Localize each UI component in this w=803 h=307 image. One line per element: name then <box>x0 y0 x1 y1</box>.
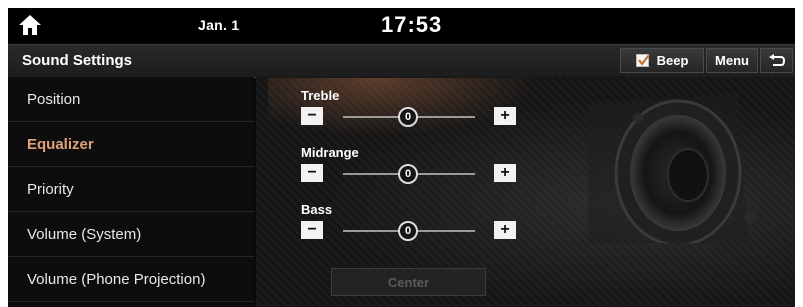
speaker-graphic <box>588 93 756 243</box>
back-button[interactable] <box>760 48 793 73</box>
treble-plus-button[interactable]: + <box>494 107 516 125</box>
bass-minus-button[interactable]: − <box>301 221 323 239</box>
bass-label: Bass <box>301 202 333 217</box>
back-arrow-icon <box>768 53 785 66</box>
midrange-plus-button[interactable]: + <box>494 164 516 182</box>
treble-slider-knob[interactable]: 0 <box>398 107 418 127</box>
sidebar-item-equalizer[interactable]: Equalizer <box>8 122 254 167</box>
bass-slider-knob[interactable]: 0 <box>398 221 418 241</box>
beep-toggle-button[interactable]: Beep <box>620 48 704 73</box>
center-button[interactable]: Center <box>331 268 486 296</box>
head-unit-screen: Jan. 1 17:53 Sound Settings Beep Menu Po… <box>8 8 795 307</box>
midrange-slider-knob[interactable]: 0 <box>398 164 418 184</box>
menu-button[interactable]: Menu <box>706 48 758 73</box>
sound-settings-menu: Position Equalizer Priority Volume (Syst… <box>8 77 254 307</box>
status-bar: Jan. 1 17:53 <box>8 8 795 43</box>
home-icon[interactable] <box>18 14 42 36</box>
treble-minus-button[interactable]: − <box>301 107 323 125</box>
page-title: Sound Settings <box>22 52 132 69</box>
midrange-minus-button[interactable]: − <box>301 164 323 182</box>
sidebar-item-position[interactable]: Position <box>8 77 254 122</box>
sidebar-item-priority[interactable]: Priority <box>8 167 254 212</box>
bass-plus-button[interactable]: + <box>494 221 516 239</box>
treble-label: Treble <box>301 88 340 103</box>
sidebar-item-volume-phone-projection[interactable]: Volume (Phone Projection) <box>8 257 254 302</box>
beep-label: Beep <box>656 53 689 68</box>
clock-display: 17:53 <box>381 12 443 37</box>
sidebar-item-volume-system[interactable]: Volume (System) <box>8 212 254 257</box>
beep-checkbox-icon[interactable] <box>635 54 650 67</box>
midrange-label: Midrange <box>301 145 359 160</box>
title-bar: Sound Settings Beep Menu <box>8 44 795 78</box>
date-display: Jan. 1 <box>198 17 240 33</box>
